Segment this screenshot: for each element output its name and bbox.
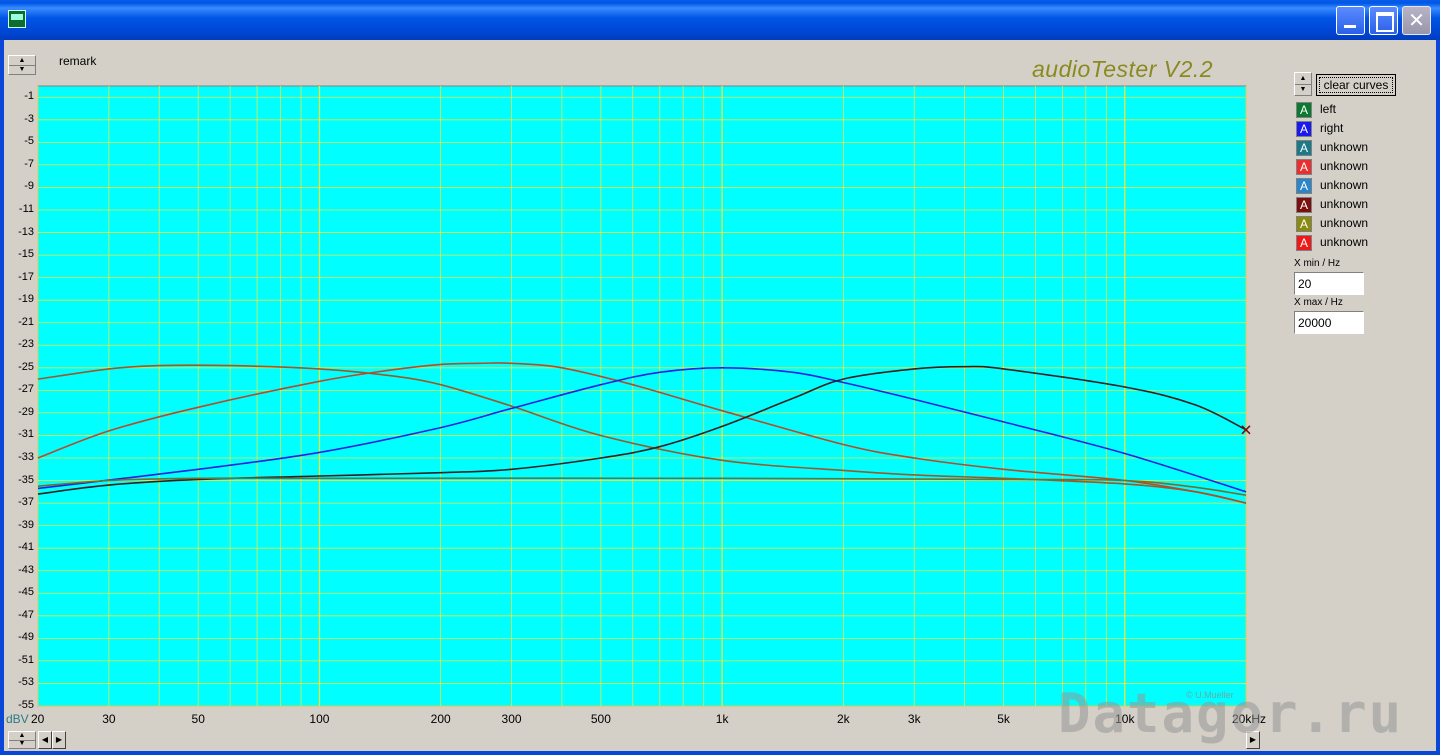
legend-item[interactable]: Aunknown [1296,158,1416,176]
y-tick-label: -3 [24,112,34,125]
legend-swatch-icon[interactable]: A [1296,235,1312,251]
x-tick-label: 20 [31,712,45,726]
x-tick-label: 200 [430,712,451,726]
frequency-response-chart[interactable] [0,0,1440,755]
legend-item[interactable]: Aunknown [1296,196,1416,214]
y-tick-label: -15 [18,248,34,261]
legend-item[interactable]: Aunknown [1296,215,1416,233]
x-tick-label: 5k [997,712,1010,726]
legend-swatch-icon[interactable]: A [1296,197,1312,213]
y-tick-label: -9 [24,180,34,193]
legend-item[interactable]: Aunknown [1296,139,1416,157]
clear-curves-button[interactable]: clear curves [1316,74,1396,96]
legend-label: unknown [1320,197,1369,211]
x-tick-label: 2k [836,712,850,726]
legend-swatch-icon[interactable]: A [1296,159,1312,175]
legend-swatch-icon[interactable]: A [1296,216,1312,232]
xmax-label: X max / Hz [1294,297,1343,308]
x-tick-label: 3k [907,712,921,726]
legend-label: unknown [1320,140,1369,154]
y-tick-label: -51 [18,653,34,666]
legend-item[interactable]: Aunknown [1296,234,1416,252]
x-tick-label: 50 [191,712,205,726]
spin-down-icon[interactable]: ▼ [9,740,35,748]
legend-swatch-icon[interactable]: A [1296,178,1312,194]
legend-label: unknown [1320,216,1369,230]
y-tick-label: -17 [18,270,34,283]
y-tick-label: -41 [18,541,34,554]
x-tick-label: 100 [309,712,330,726]
y-tick-label: -27 [18,383,34,396]
legend-swatch-icon[interactable]: A [1296,102,1312,118]
legend-label: unknown [1320,178,1369,192]
legend-label: right [1320,121,1344,135]
y-tick-label: -13 [18,225,34,238]
scroll-right-button[interactable]: ▶ [52,731,66,749]
y-tick-label: -31 [18,428,34,441]
y-tick-label: -33 [18,451,34,463]
legend-item[interactable]: Aunknown [1296,177,1416,195]
legend-swatch-icon[interactable]: A [1296,121,1312,137]
y-tick-label: -21 [18,315,34,328]
y-tick-label: -39 [18,518,34,531]
y-tick-label: -5 [24,135,34,148]
y-tick-label: -47 [18,608,34,621]
xmax-input[interactable] [1294,311,1364,334]
y-tick-label: -1 [24,90,34,103]
y-tick-label: -35 [18,473,34,486]
legend-swatch-icon[interactable]: A [1296,140,1312,156]
legend-label: unknown [1320,235,1369,249]
y-tick-label: -55 [18,699,34,711]
xmin-label: X min / Hz [1294,258,1341,269]
spin-down-icon[interactable]: ▼ [1295,84,1311,95]
legend-item[interactable]: Aright [1296,120,1416,138]
plot-area [37,85,1247,707]
x-tick-label: 30 [102,712,116,726]
y-tick-label: -53 [18,676,34,689]
y-tick-label: -7 [24,157,34,170]
scroll-left-button[interactable]: ◀ [38,731,52,749]
y-tick-label: -45 [18,586,34,599]
x-tick-label: 500 [590,712,611,726]
y-tick-label: -43 [18,563,34,576]
legend-item[interactable]: Aleft [1296,101,1416,119]
y-tick-label: -11 [18,203,34,215]
y-tick-label: -23 [18,338,34,351]
legend-label: left [1320,102,1337,116]
y-unit-label: dBV [6,712,29,726]
y-tick-label: -19 [18,293,34,306]
y-tick-label: -37 [18,496,34,509]
x-tick-label: 300 [501,712,522,726]
xmin-input[interactable] [1294,272,1364,295]
watermark: Datagor.ru [1058,682,1404,745]
legend-label: unknown [1320,159,1369,173]
curves-spinner[interactable]: ▲ ▼ [1294,72,1312,96]
y-tick-label: -29 [18,405,34,418]
x-tick-label: 1k [715,712,729,726]
bottom-spinner[interactable]: ▲ ▼ [8,731,36,749]
y-tick-label: -49 [18,631,34,644]
y-tick-label: -25 [18,360,34,373]
